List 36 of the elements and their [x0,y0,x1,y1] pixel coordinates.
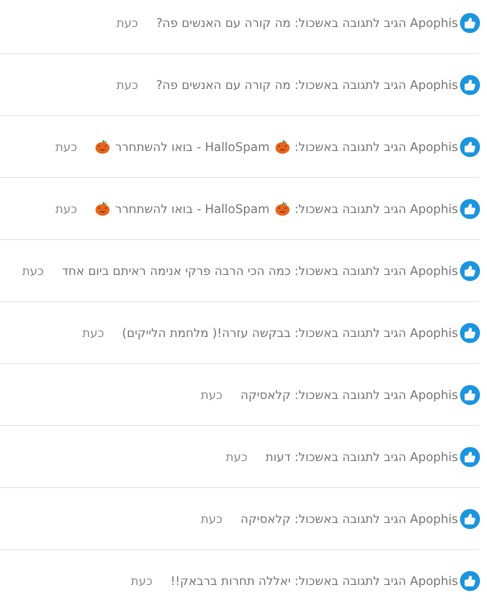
thumbs-up-icon [460,384,480,404]
thumbs-up-icon [460,12,480,32]
notification-text: Apophis הגיב לתגובה באשכול: כמה הכי הרבה פרקי אנימה ראיתם ביום אחד [62,264,458,278]
notification-text: HalloSpam - בואו להשתחרר [115,140,270,154]
notification-time: כעת [130,574,152,588]
notification-time: כעת [200,388,223,402]
thumbs-up-icon [460,446,480,466]
thumbs-up-icon [460,136,480,156]
thumbs-up-icon [460,260,480,280]
thumbs-up-icon [460,198,480,218]
notification-time: כעת [116,16,138,30]
notification-text: Apophis הגיב לתגובה באשכול: דעות [265,450,458,464]
thumbs-up-icon [460,74,480,94]
notification-time: כעת [82,326,104,340]
notification-text: Apophis הגיב לתגובה באשכול: מה קורה עם האנשים פה? [156,78,458,92]
pumpkin-icon [95,139,110,154]
thumbs-up-icon [460,508,480,528]
pumpkin-icon [274,201,290,216]
notification-time: כעת [116,78,138,92]
notification-time: כעת [22,264,44,278]
notification-text: Apophis הגיב לתגובה באשכול: [294,202,458,216]
notification-text: Apophis הגיב לתגובה באשכול: קלאסיקה [240,512,458,526]
thumbs-up-icon [460,322,480,342]
notification-text: Apophis הגיב לתגובה באשכול: בבקשה עזרה!( מלחמת הלייקים) [122,326,458,340]
notification-time: כעת [200,512,223,526]
notification-time: כעת [55,202,78,216]
notification-time: כעת [226,450,248,464]
notification-text: HalloSpam - בואו להשתחרר [115,202,270,216]
notification-text: Apophis הגיב לתגובה באשכול: [294,140,458,154]
notification-text: Apophis הגיב לתגובה באשכול: יאללה תחרות ברבאק!! [170,574,458,588]
notification-text: Apophis הגיב לתגובה באשכול: מה קורה עם האנשים פה? [156,16,458,30]
notification-time: כעת [55,140,78,154]
notification-text: Apophis הגיב לתגובה באשכול: קלאסיקה [240,388,458,402]
thumbs-up-icon [460,570,480,590]
pumpkin-icon [95,201,110,216]
pumpkin-icon [274,139,290,154]
